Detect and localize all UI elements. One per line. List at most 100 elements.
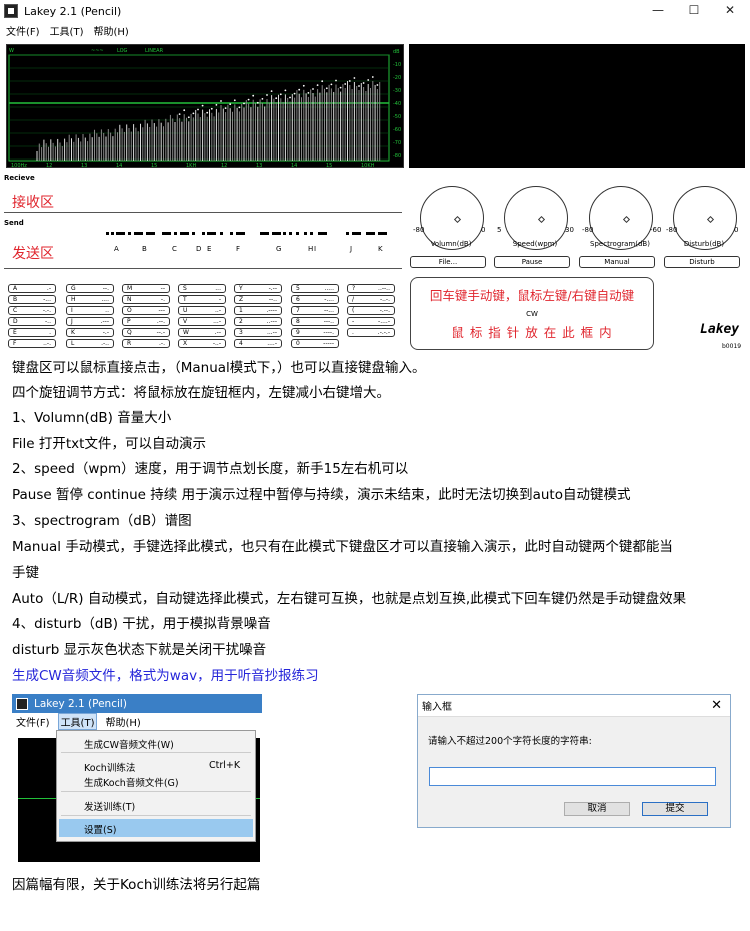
key-.[interactable]: . .-.-.- [347,328,395,337]
key-8[interactable]: 8 ---.. [291,317,339,326]
key-O[interactable]: O --- [122,306,170,315]
maximize-button[interactable]: ☐ [686,3,702,17]
send-letter: C [172,245,177,253]
key-morse: .... [101,296,109,303]
key-?[interactable]: ? ..--.. [347,284,395,293]
peak-dot [307,92,310,94]
menu-item-settings[interactable]: 设置(S) [84,822,116,836]
key-Z[interactable]: Z --.. [234,295,282,304]
peak-dot [348,80,351,82]
key-P[interactable]: P .--. [122,317,170,326]
menu-tools[interactable]: 工具(T) [50,23,84,38]
key-morse: ...- [213,318,221,325]
db-tick: -50 [393,114,401,120]
knob-max: -60 [650,226,662,234]
manual-button[interactable]: Manual [579,256,655,268]
key-B[interactable]: B -... [8,295,56,304]
peak-dot [215,104,218,106]
key-A[interactable]: A .- [8,284,56,293]
key-X[interactable]: X -..- [178,339,226,348]
key-E[interactable]: E. [8,328,56,337]
key--[interactable]: - -....- [347,317,395,326]
cw-key-area[interactable]: 回车键手动键，鼠标左键/右键自动键 CW 鼠 标 指 针 放 在 此 框 内 [410,277,654,350]
key-F[interactable]: F ..-. [8,339,56,348]
key-N[interactable]: N -. [122,295,170,304]
freq-tick: 12 [46,163,52,168]
key-morse: .-.. [101,340,109,347]
key-9[interactable]: 9 ----. [291,328,339,337]
minimize-button[interactable]: — [650,3,666,17]
morse-mark [236,232,245,235]
key-W[interactable]: W .-- [178,328,226,337]
key-M[interactable]: M -- [122,284,170,293]
file-button[interactable]: File... [410,256,486,268]
key-L[interactable]: L .-.. [66,339,114,348]
key-V[interactable]: V ...- [178,317,226,326]
ss1-menu-tools[interactable]: 工具(T) [57,713,98,730]
dialog-close-icon[interactable]: ✕ [711,698,722,713]
morse-mark [162,232,171,235]
key-2[interactable]: 2 ..--- [234,317,282,326]
key-S[interactable]: S... [178,284,226,293]
knob-label: Speed(wpm) [512,240,558,248]
key-J[interactable]: J .--- [66,317,114,326]
key-G[interactable]: G --. [66,284,114,293]
key-morse: ----. [323,329,334,336]
key-4[interactable]: 4 ....- [234,339,282,348]
key-3[interactable]: 3 ...-- [234,328,282,337]
key-D[interactable]: D -.. [8,317,56,326]
spectrum-display: W ~~~ LOG LINEAR dB -10 -20 -30 -40 -50 -60 -70 -80 1… [6,44,404,168]
knob-min: -80 [582,226,594,234]
key-7[interactable]: 7 --... [291,306,339,315]
key-morse: -..- [212,340,221,347]
menu-file[interactable]: 文件(F) [6,23,40,38]
menu-help[interactable]: 帮助(H) [93,23,128,38]
pause-button[interactable]: Pause [494,256,570,268]
key-1[interactable]: 1 .---- [234,306,282,315]
peak-dot [353,77,356,79]
menu-item-gen-cw[interactable]: 生成CW音频文件(W) [84,737,174,751]
key-C[interactable]: C -.-. [8,306,56,315]
key-morse: ---.. [323,318,334,325]
send-area-label: 发送区 [12,246,54,262]
key-morse: .. [105,307,109,314]
key-0[interactable]: 0 ----- [291,339,339,348]
key-morse: ..- [215,307,221,314]
freq-tick: 15 [326,163,332,168]
key-I[interactable]: I.. [66,306,114,315]
menu-item-koch[interactable]: Koch训练法 [84,760,135,774]
ss1-menu-help[interactable]: 帮助(H) [105,714,140,729]
key-R[interactable]: R .-. [122,339,170,348]
morse-mark [346,232,349,235]
dialog-submit-button[interactable]: 提交 [642,802,708,816]
disturb-button[interactable]: Disturb [664,256,740,268]
dialog-title-bar: 输入框 ✕ [418,695,730,717]
freq-tick: 14 [291,163,297,168]
key-T[interactable]: T- [178,295,226,304]
key-([interactable]: (-.--. [347,306,395,315]
description-line: 生成CW音频文件，格式为wav，用于听音抄报练习 [12,668,319,684]
key-H[interactable]: H.... [66,295,114,304]
window-title: Lakey 2.1 (Pencil) [24,4,122,18]
peak-dot [270,90,273,92]
close-button[interactable]: ✕ [722,3,738,17]
key-U[interactable]: U ..- [178,306,226,315]
dialog-input[interactable] [429,767,716,786]
key-K[interactable]: K -.- [66,328,114,337]
key-Y[interactable]: Y -.-- [234,284,282,293]
menu-item-send-training[interactable]: 发送训练(T) [84,799,135,813]
key-Q[interactable]: Q --.- [122,328,170,337]
receive-label: Recieve [4,174,35,182]
ss1-menu-file[interactable]: 文件(F) [16,714,50,729]
key-6[interactable]: 6 -.... [291,295,339,304]
peak-dot [224,107,227,109]
morse-mark [220,232,223,235]
key-/[interactable]: / -..-. [347,295,395,304]
morse-mark [260,232,269,235]
key-5[interactable]: 5..... [291,284,339,293]
title-bar: Lakey 2.1 (Pencil) — ☐ ✕ [0,0,750,22]
menu-item-gen-koch[interactable]: 生成Koch音频文件(G) [84,775,179,789]
key-morse: .---- [266,307,277,314]
key-morse: -.... [324,296,334,303]
dialog-cancel-button[interactable]: 取消 [564,802,630,816]
